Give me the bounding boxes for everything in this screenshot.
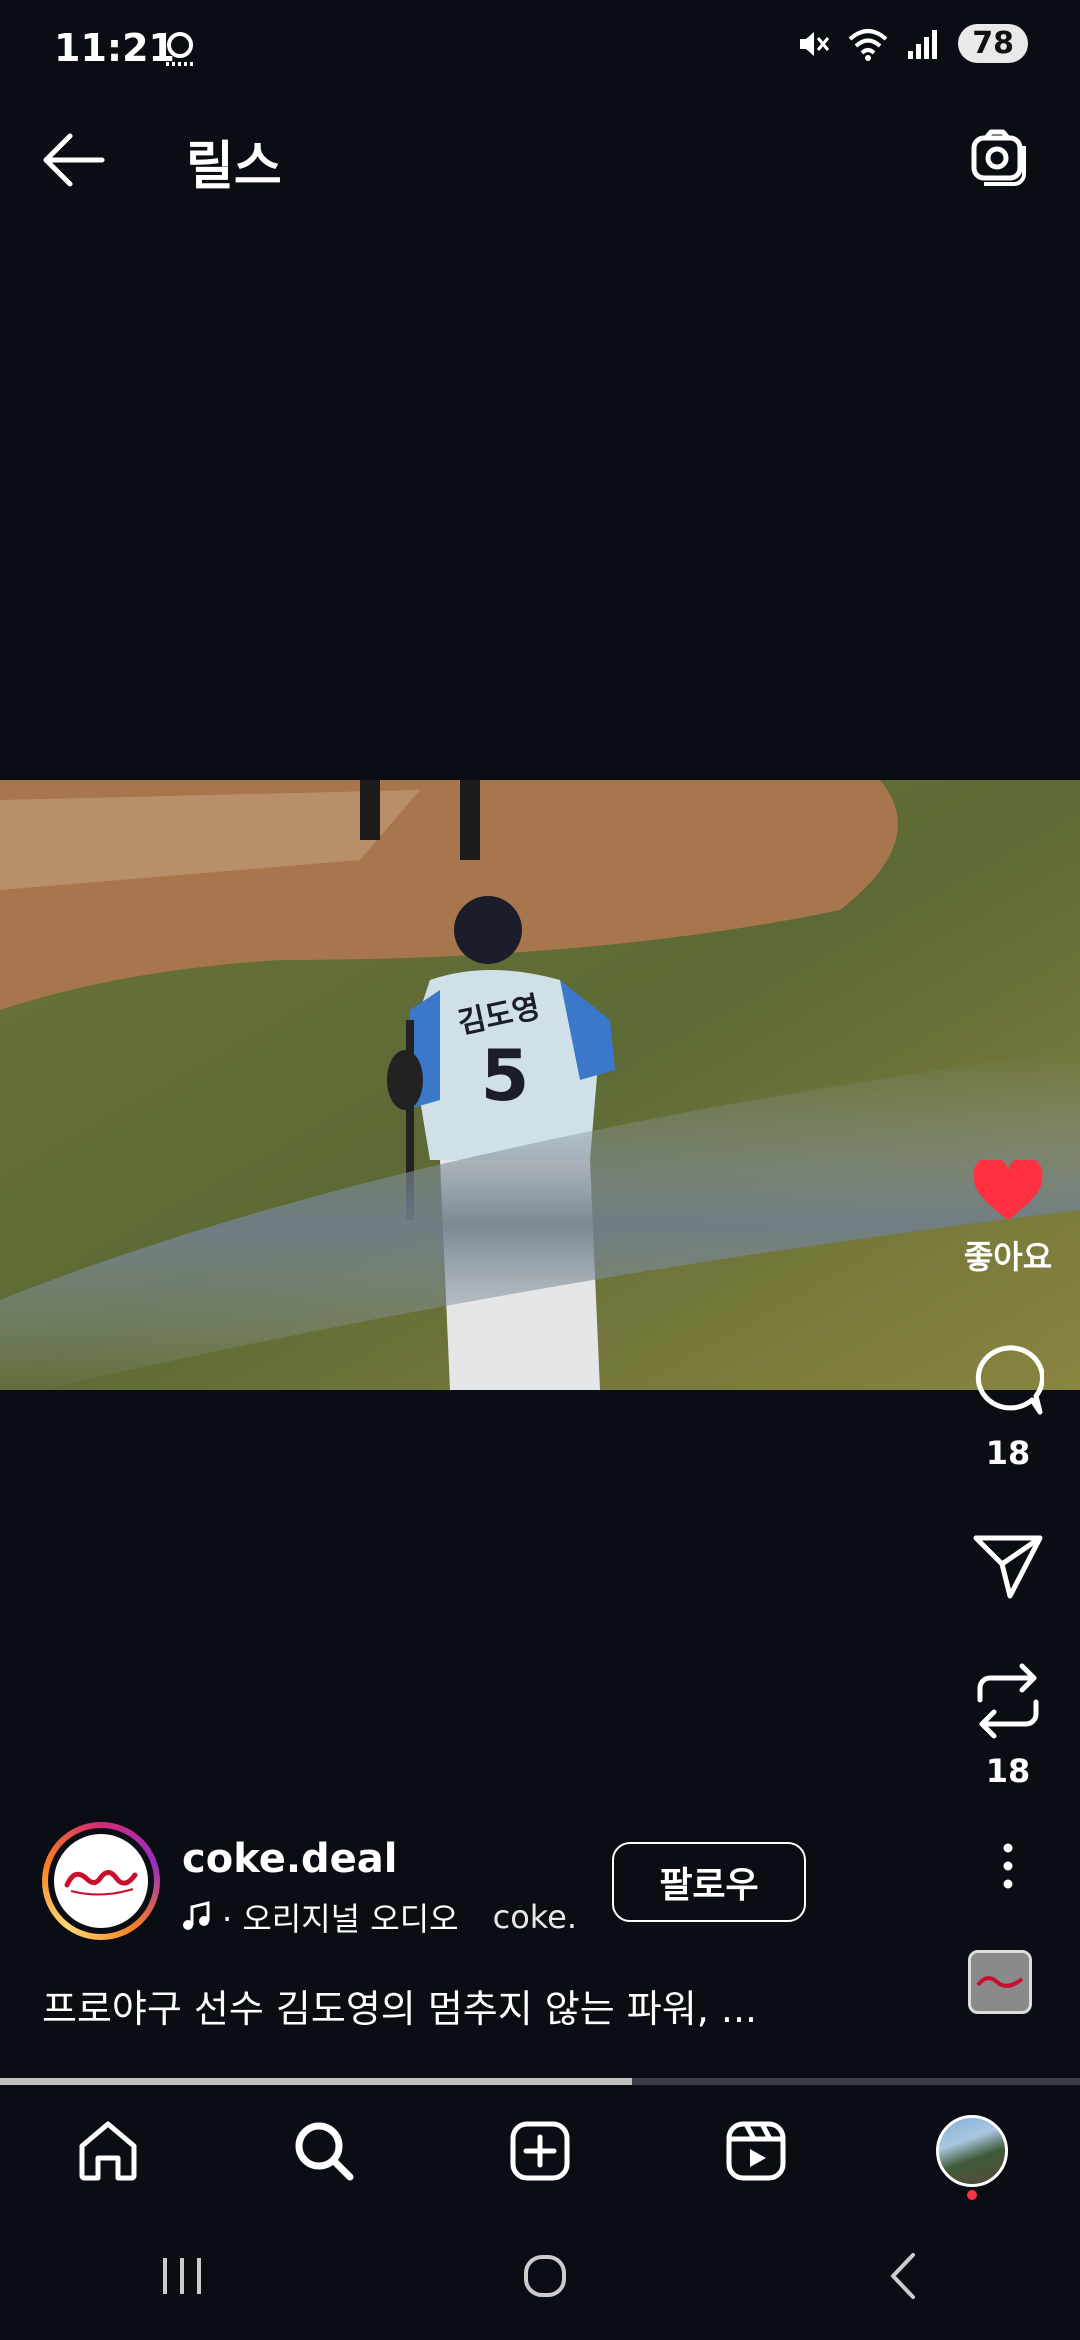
share-button[interactable] <box>972 1532 1044 1604</box>
comment-count: 18 <box>985 1434 1031 1472</box>
comment-button[interactable]: 18 <box>972 1344 1045 1472</box>
notification-dot <box>967 2190 977 2200</box>
coca-cola-logo <box>976 1976 1024 1988</box>
recent-apps-button[interactable] <box>157 2254 207 2302</box>
repost-count: 18 <box>985 1752 1031 1790</box>
nav-reels[interactable] <box>711 2106 801 2196</box>
audio-info[interactable]: · 오리지널 오디오 coke. <box>182 1894 579 1940</box>
back-arrow-icon <box>43 133 105 187</box>
audio-label: · 오리지널 오디오 <box>222 1900 459 1938</box>
battery-indicator: 78 <box>958 24 1028 63</box>
share-icon <box>973 1535 1043 1599</box>
profile-avatar <box>936 2115 1008 2187</box>
nav-profile[interactable] <box>927 2106 1017 2200</box>
audio-thumbnail[interactable] <box>968 1950 1032 2014</box>
home-system-button[interactable] <box>520 2251 570 2305</box>
camera-button[interactable] <box>970 126 1032 188</box>
camera-icon <box>971 129 1026 186</box>
home-icon <box>79 2121 137 2181</box>
status-icons: 78 <box>796 24 1028 63</box>
wifi-icon <box>848 28 888 61</box>
nav-home[interactable] <box>63 2106 153 2196</box>
jersey-number: 5 <box>481 1035 530 1117</box>
audio-scroll-text: coke. <box>492 1898 578 1936</box>
progress-fill <box>0 2078 632 2085</box>
like-label: 좋아요 <box>963 1238 1053 1276</box>
profile-avatar-ring[interactable] <box>42 1822 160 1940</box>
more-button[interactable] <box>972 1842 1044 1896</box>
nav-create[interactable] <box>495 2106 585 2196</box>
recent-apps-icon <box>162 2258 201 2294</box>
create-icon <box>510 2121 570 2181</box>
more-icon <box>1003 1843 1013 1889</box>
system-navigation <box>0 2216 1080 2340</box>
page-title: 릴스 <box>186 137 282 197</box>
repost-icon <box>977 1663 1039 1739</box>
reel-video[interactable]: 5 김도영 <box>0 780 1080 1390</box>
music-note-icon <box>183 1901 210 1930</box>
signal-icon <box>908 29 938 59</box>
comment-icon <box>975 1345 1045 1415</box>
repost-button[interactable]: 18 <box>972 1662 1044 1790</box>
back-system-button[interactable] <box>883 2251 923 2305</box>
back-chevron-icon <box>891 2253 916 2299</box>
bottom-navigation <box>0 2086 1080 2216</box>
coca-cola-avatar <box>54 1834 148 1928</box>
heart-icon <box>973 1156 1043 1220</box>
search-icon <box>295 2122 354 2181</box>
home-circle-icon <box>523 2255 566 2297</box>
mute-icon <box>800 31 830 56</box>
nav-search[interactable] <box>279 2106 369 2196</box>
back-button[interactable] <box>40 130 110 190</box>
reels-icon <box>726 2121 786 2181</box>
like-button[interactable]: 좋아요 <box>964 1156 1052 1278</box>
notification-icon <box>162 30 198 74</box>
status-time: 11:21 <box>54 26 175 70</box>
username[interactable]: coke.deal <box>182 1836 398 1882</box>
reel-caption[interactable]: 프로야구 선수 김도영의 멈추지 않는 파워, ... <box>42 1978 757 2033</box>
follow-button[interactable]: 팔로우 <box>612 1842 806 1922</box>
